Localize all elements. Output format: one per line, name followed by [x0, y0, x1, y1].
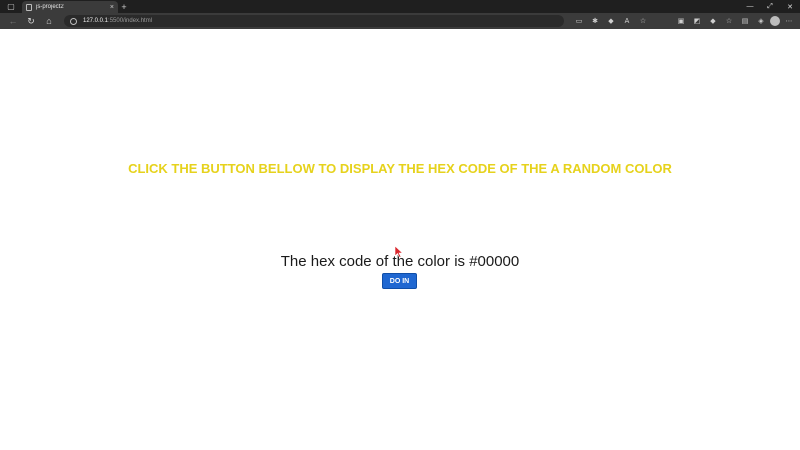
minimize-icon[interactable]: — [740, 0, 760, 13]
address-actions: ▭ ✱ ◆ A ☆ [572, 14, 650, 28]
new-tab-button[interactable]: + [118, 1, 130, 13]
restore-icon[interactable]: ⤢ [760, 0, 780, 13]
tab-title: js-project2 [36, 4, 64, 10]
favorite-star-icon[interactable]: ☆ [636, 14, 650, 28]
tab-strip: ▢ js-project2 × + — ⤢ ✕ [0, 0, 800, 13]
extension-3-icon[interactable]: ◆ [706, 14, 720, 28]
close-window-icon[interactable]: ✕ [780, 0, 800, 13]
browser-tab[interactable]: js-project2 × [22, 1, 118, 13]
favorites-icon[interactable]: ☆ [722, 14, 736, 28]
browser-toolbar: ← ↻ ⌂ 127.0.0.1 :5500/index.html ▭ ✱ ◆ A… [0, 13, 800, 29]
instruction-heading: CLICK THE BUTTON BELLOW TO DISPLAY THE H… [128, 161, 672, 176]
extensions-bar: ▣ ◩ ◆ ☆ ▤ ◈ ⋯ [674, 14, 796, 28]
tab-close-icon[interactable]: × [110, 4, 114, 11]
more-menu-icon[interactable]: ⋯ [782, 14, 796, 28]
address-bar[interactable]: 127.0.0.1 :5500/index.html [64, 15, 564, 27]
window-controls: — ⤢ ✕ [740, 0, 800, 13]
back-icon[interactable]: ← [4, 13, 22, 29]
url-host: 127.0.0.1 [83, 18, 109, 24]
extension-2-icon[interactable]: ◩ [690, 14, 704, 28]
page-favicon-icon [26, 3, 32, 11]
generate-color-button[interactable]: DO IN [382, 273, 417, 289]
extension-1-icon[interactable]: ▣ [674, 14, 688, 28]
browser-essentials-icon[interactable]: ◈ [754, 14, 768, 28]
collections-icon[interactable]: ▤ [738, 14, 752, 28]
home-icon[interactable]: ⌂ [40, 13, 58, 29]
mouse-cursor-icon [394, 246, 403, 258]
tab-actions-icon[interactable]: ▢ [0, 0, 22, 13]
site-info-icon[interactable] [70, 17, 77, 25]
app-available-icon[interactable]: ▭ [572, 14, 586, 28]
profile-avatar[interactable] [770, 16, 780, 26]
url-path: :5500/index.html [108, 18, 153, 24]
extension-icon[interactable]: ✱ [588, 14, 602, 28]
page-viewport: CLICK THE BUTTON BELLOW TO DISPLAY THE H… [0, 29, 800, 450]
tag-icon[interactable]: ◆ [604, 14, 618, 28]
reload-icon[interactable]: ↻ [22, 13, 40, 29]
read-aloud-icon[interactable]: A [620, 14, 634, 28]
